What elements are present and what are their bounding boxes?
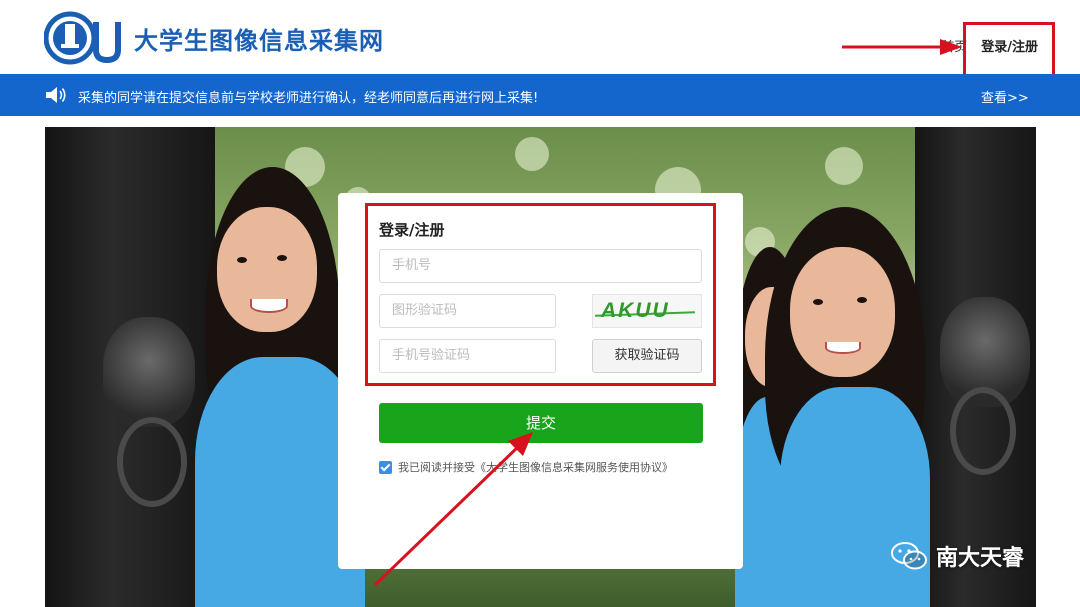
agreement-checkbox[interactable]	[379, 460, 392, 474]
notice-bar: 采集的同学请在提交信息前与学校老师进行确认，经老师同意后再进行网上采集! 查看>…	[0, 74, 1080, 116]
bokeh	[825, 147, 863, 185]
agreement-row: 我已阅读并接受《大学生图像信息采集网服务使用协议》	[379, 459, 673, 475]
watermark: 南大天睿	[890, 540, 1024, 572]
door-ring-left	[117, 417, 187, 507]
notice-text: 采集的同学请在提交信息前与学校老师进行确认，经老师同意后再进行网上采集!	[78, 91, 539, 106]
site-title: 大学生图像信息采集网	[134, 25, 384, 55]
wechat-icon	[891, 542, 927, 570]
annotation-highlight-box	[963, 22, 1055, 78]
speaker-icon	[46, 87, 66, 103]
door-knocker-left-icon	[103, 317, 195, 427]
door-ring-right	[950, 387, 1016, 475]
annotation-arrow-icon	[842, 39, 962, 55]
bokeh	[515, 137, 549, 171]
annotation-highlight-box	[365, 203, 716, 386]
site-logo[interactable]: 大学生图像信息采集网	[44, 10, 384, 66]
site-header: 大学生图像信息采集网 首页 登录/注册	[0, 0, 1080, 78]
agreement-text[interactable]: 我已阅读并接受《大学生图像信息采集网服务使用协议》	[398, 459, 673, 475]
watermark-text: 南大天睿	[936, 546, 1025, 571]
notice-more-link[interactable]: 查看>>	[981, 87, 1029, 106]
submit-button[interactable]: 提交	[379, 403, 703, 443]
login-card: 登录/注册 手机号 图形验证码 AKUU 手机号验证码 获取验证码 提交 我已阅…	[338, 193, 743, 569]
logo-emblem-icon	[44, 11, 121, 65]
page: 大学生图像信息采集网 首页 登录/注册 采集的同学请在提交信息前与学校老师进行确…	[0, 0, 1080, 607]
